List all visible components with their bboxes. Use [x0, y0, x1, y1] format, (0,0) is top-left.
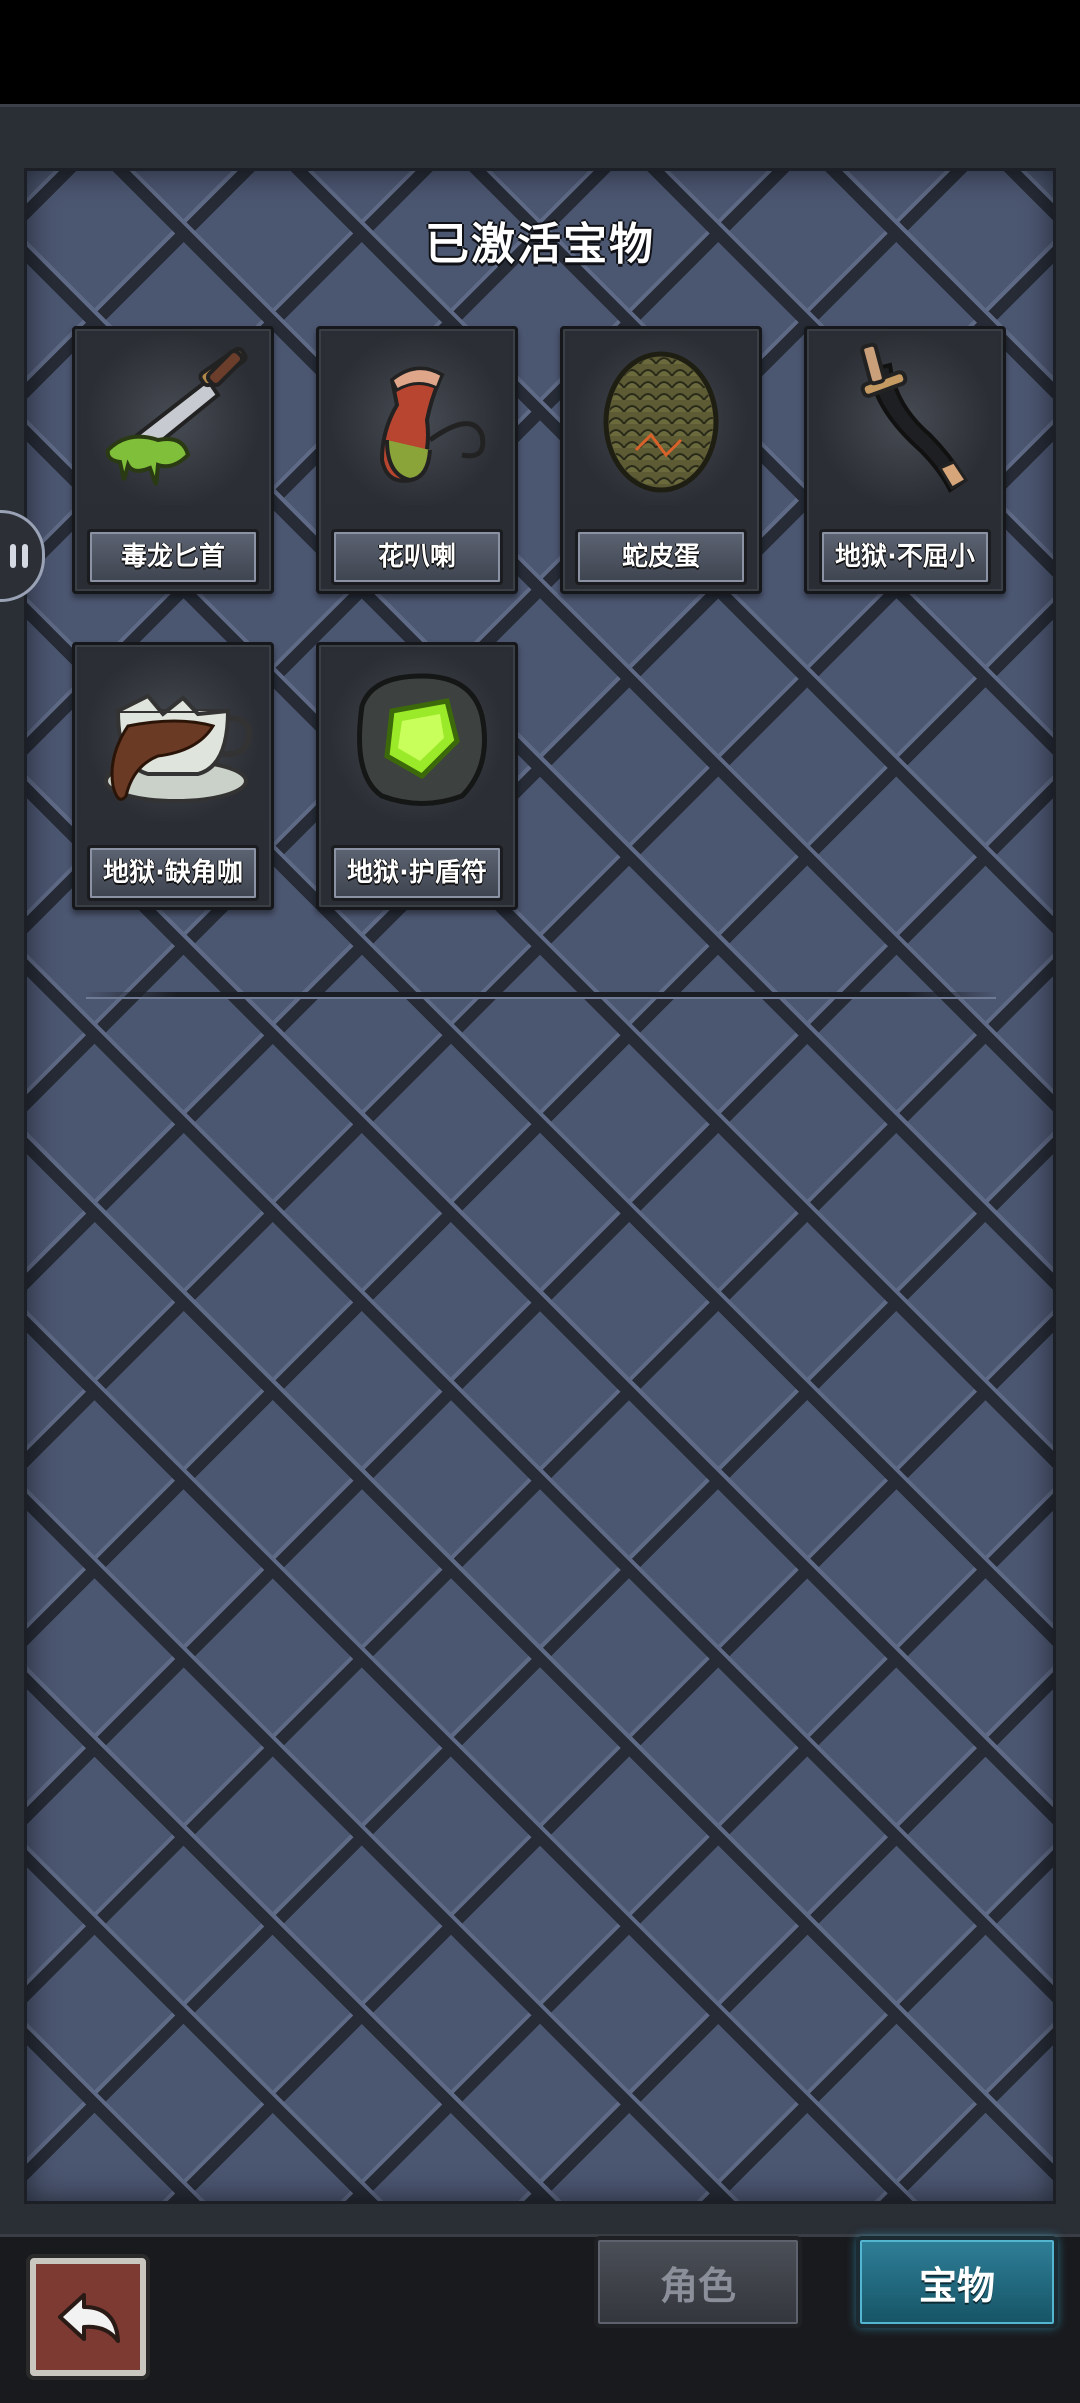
poison-dagger-icon — [81, 335, 265, 505]
treasure-card-poison-dagger[interactable]: 毒龙匕首 — [72, 326, 274, 594]
treasure-card-curved-blade[interactable]: 地狱·不屈小 — [804, 326, 1006, 594]
treasure-card-broken-cup[interactable]: 地狱·缺角咖 — [72, 642, 274, 910]
treasure-name: 毒龙匕首 — [87, 529, 259, 585]
treasure-card-shield-rune[interactable]: 地狱·护盾符 — [316, 642, 518, 910]
status-bar-area — [0, 0, 1080, 104]
treasure-name: 地狱·缺角咖 — [87, 845, 259, 901]
pause-icon — [10, 544, 28, 568]
treasure-card-pitcher-plant[interactable]: 花叭喇 — [316, 326, 518, 594]
treasure-name: 花叭喇 — [331, 529, 503, 585]
snake-skin-egg-icon — [569, 335, 753, 505]
treasure-name: 蛇皮蛋 — [575, 529, 747, 585]
treasure-card-snake-egg[interactable]: 蛇皮蛋 — [560, 326, 762, 594]
return-arrow-icon — [58, 2293, 120, 2343]
treasure-name: 地狱·不屈小 — [819, 529, 991, 585]
broken-coffee-cup-icon — [81, 651, 265, 821]
section-divider — [86, 992, 996, 997]
page-title: 已激活宝物 — [425, 219, 655, 270]
treasure-name: 地狱·护盾符 — [331, 845, 503, 901]
curved-blade-icon — [813, 335, 997, 505]
tab-roles[interactable]: 角色 — [594, 2236, 802, 2328]
back-button[interactable] — [30, 2258, 146, 2376]
green-crystal-rock-icon — [325, 651, 509, 821]
tab-treasure[interactable]: 宝物 — [856, 2236, 1058, 2328]
pitcher-plant-icon — [325, 335, 509, 505]
